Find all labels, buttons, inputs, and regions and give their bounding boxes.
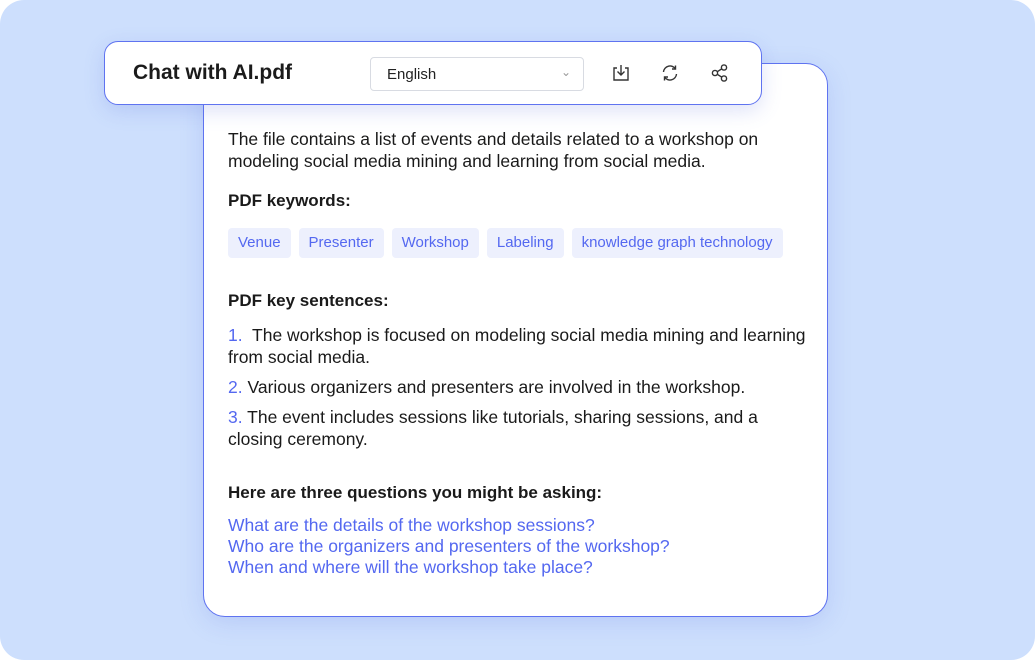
sentence-text: The workshop is focused on modeling soci… — [228, 325, 806, 367]
keywords-heading: PDF keywords: — [228, 191, 351, 210]
keyword-tag[interactable]: Presenter — [298, 228, 384, 258]
key-sentence: 1. The workshop is focused on modeling s… — [228, 324, 808, 368]
language-value: English — [387, 66, 437, 83]
key-sentence: 2. Various organizers and presenters are… — [228, 376, 808, 398]
sentence-text: The event includes sessions like tutoria… — [228, 407, 758, 449]
keyword-tag[interactable]: Venue — [228, 228, 291, 258]
refresh-icon[interactable] — [657, 60, 683, 86]
download-icon[interactable] — [608, 60, 634, 86]
chevron-down-icon: ⌄ — [560, 65, 571, 79]
keyword-tag[interactable]: Labeling — [486, 228, 564, 258]
sentence-number: 3. — [228, 407, 243, 427]
sentence-number: 1. — [228, 325, 243, 345]
sentence-number: 2. — [228, 377, 243, 397]
sentences-heading: PDF key sentences: — [228, 291, 389, 310]
suggested-questions: What are the details of the workshop ses… — [228, 515, 808, 578]
language-select[interactable]: English ⌄ — [370, 57, 584, 91]
questions-heading: Here are three questions you might be as… — [228, 483, 603, 502]
key-sentence: 3. The event includes sessions like tuto… — [228, 406, 808, 450]
summary-text: The file contains a list of events and d… — [228, 129, 759, 171]
suggested-question-link[interactable]: Who are the organizers and presenters of… — [228, 536, 808, 557]
suggested-question-link[interactable]: What are the details of the workshop ses… — [228, 515, 808, 536]
chat-header: Chat with AI.pdf English ⌄ — [104, 41, 762, 105]
suggested-question-link[interactable]: When and where will the workshop take pl… — [228, 557, 808, 578]
document-title: Chat with AI.pdf — [133, 61, 293, 84]
keywords-list: Venue Presenter Workshop Labeling knowle… — [228, 228, 808, 258]
chat-response: The file contains a list of events and d… — [228, 128, 808, 578]
keyword-tag[interactable]: knowledge graph technology — [571, 228, 783, 258]
keyword-tag[interactable]: Workshop — [391, 228, 479, 258]
share-icon[interactable] — [707, 60, 733, 86]
sentence-text: Various organizers and presenters are in… — [247, 377, 746, 397]
